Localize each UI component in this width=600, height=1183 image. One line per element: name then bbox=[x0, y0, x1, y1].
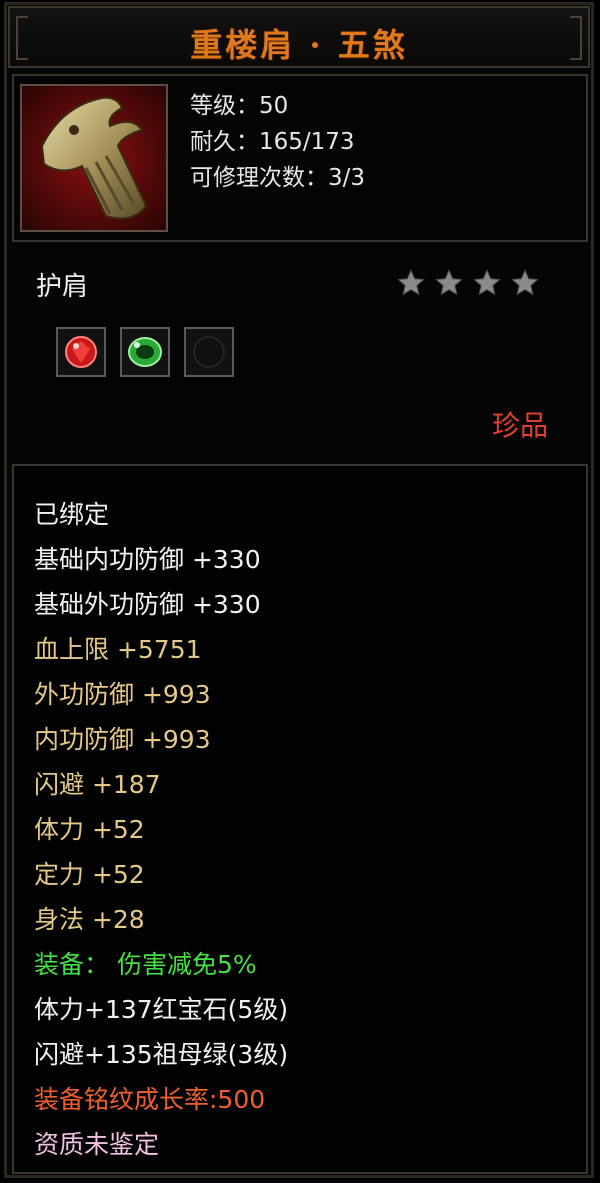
rarity-label: 珍品 bbox=[492, 409, 549, 442]
item-title: 重楼肩 · 五煞 bbox=[190, 26, 408, 64]
item-repair-count: 可修理次数：3/3 bbox=[190, 165, 366, 191]
shoulder-armor-icon bbox=[22, 86, 166, 230]
item-durability: 耐久：165/173 bbox=[190, 129, 355, 155]
star-icon bbox=[473, 269, 501, 296]
attr-outer-defense: 外功防御 +993 bbox=[34, 680, 211, 709]
attr-base-inner-defense: 基础内功防御 +330 bbox=[34, 545, 261, 574]
attr-inner-defense: 内功防御 +993 bbox=[34, 725, 211, 754]
ruby-gem-icon bbox=[65, 336, 97, 368]
attribute-list: 已绑定 基础内功防御 +330 基础外功防御 +330 血上限 +5751 外功… bbox=[34, 492, 288, 1167]
attr-equip-bonus: 装备： 伤害减免5% bbox=[34, 950, 257, 979]
item-type: 护肩 bbox=[36, 272, 89, 302]
attr-gem-ruby: 体力+137红宝石(5级) bbox=[34, 995, 289, 1024]
attr-gem-emerald: 闪避+135祖母绿(3级) bbox=[34, 1040, 289, 1069]
attr-hp-max: 血上限 +5751 bbox=[34, 635, 202, 664]
title-bar: 重楼肩 · 五煞 bbox=[8, 6, 590, 68]
star-rating bbox=[396, 268, 540, 298]
attr-aptitude: 资质未鉴定 bbox=[34, 1130, 160, 1159]
gem-slot-empty[interactable] bbox=[184, 327, 234, 377]
attr-agility: 身法 +28 bbox=[34, 905, 145, 934]
star-icon bbox=[397, 269, 425, 296]
attr-base-outer-defense: 基础外功防御 +330 bbox=[34, 590, 261, 619]
star-icon bbox=[435, 269, 463, 296]
star-icon bbox=[511, 269, 539, 296]
gem-slot-emerald[interactable] bbox=[120, 327, 170, 377]
gem-slot-ruby[interactable] bbox=[56, 327, 106, 377]
attr-dodge: 闪避 +187 bbox=[34, 770, 161, 799]
item-stats: 等级：50 耐久：165/173 可修理次数：3/3 bbox=[190, 88, 365, 196]
attr-stamina: 体力 +52 bbox=[34, 815, 145, 844]
gem-slots bbox=[56, 327, 234, 377]
emerald-gem-icon bbox=[128, 337, 162, 367]
attr-inscription-growth: 装备铭纹成长率:500 bbox=[34, 1085, 266, 1114]
attr-focus: 定力 +52 bbox=[34, 860, 145, 889]
bound-status: 已绑定 bbox=[34, 500, 110, 529]
empty-socket-icon bbox=[193, 336, 225, 368]
item-icon bbox=[20, 84, 168, 232]
item-level: 等级：50 bbox=[190, 93, 289, 119]
